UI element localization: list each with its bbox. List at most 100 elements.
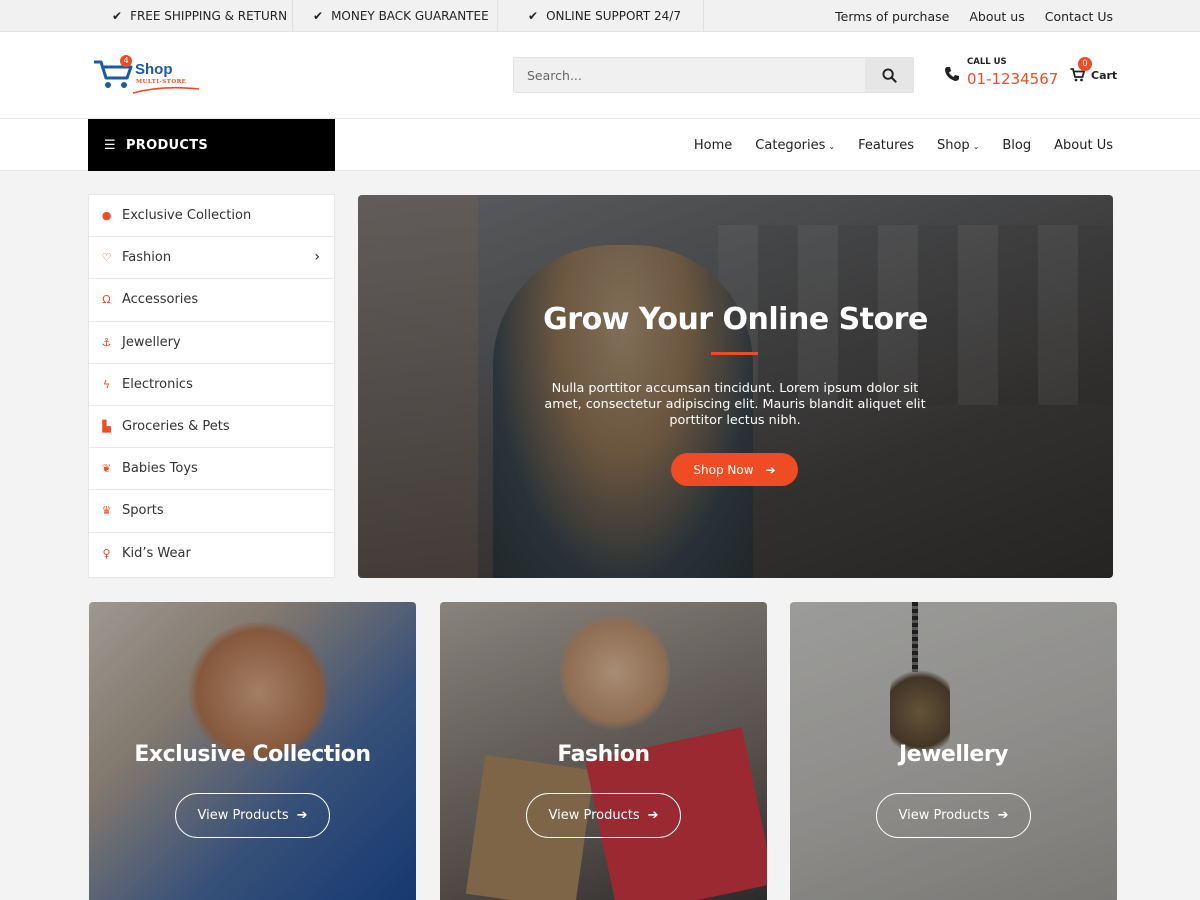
hero-title-divider (711, 352, 758, 355)
bathtub-icon: ▙ (102, 420, 111, 434)
nav-categories[interactable]: Categories ⌄ (755, 138, 835, 153)
hero-text: Nulla porttitor accumsan tincidunt. Lore… (544, 381, 926, 428)
main-nav: Home Categories ⌄ Features Shop ⌄ Blog Abo… (694, 119, 1113, 171)
arrow-right-icon: ➔ (765, 462, 776, 477)
chevron-down-icon: ⌄ (828, 141, 836, 151)
sidebar-item-jewellery[interactable]: ⚓ Jewellery (89, 322, 334, 364)
about-link[interactable]: About us (969, 9, 1024, 24)
category-card-exclusive-collection[interactable]: Exclusive Collection View Products ➔ (89, 602, 416, 900)
chevron-down-icon: ⌄ (972, 141, 980, 151)
top-bar: ✔ FREE SHIPPING & RETURN ✔ MONEY BACK GU… (0, 0, 1200, 32)
shop-now-button[interactable]: Shop Now ➔ (671, 453, 798, 486)
sidebar-item-accessories[interactable]: Ω Accessories (89, 279, 334, 322)
sidebar-item-label: Jewellery (122, 334, 181, 350)
child-icon: ♀ (102, 547, 111, 561)
sidebar-item-babies-toys[interactable]: ❦ Babies Toys (89, 448, 334, 491)
dropdown-caret (201, 171, 219, 180)
sidebar-item-kids-wear[interactable]: ♀ Kid’s Wear (89, 533, 334, 575)
main-navbar: ☰ PRODUCTS Home Categories ⌄ Features Sho… (0, 119, 1200, 180)
top-links: Terms of purchase About us Contact Us (835, 0, 1113, 32)
nav-blog[interactable]: Blog (1002, 138, 1031, 153)
trophy-icon: ♛ (101, 504, 112, 518)
arrow-right-icon: ➔ (296, 808, 308, 823)
nav-label: About Us (1054, 137, 1113, 153)
nav-about-us[interactable]: About Us (1054, 138, 1113, 153)
nav-features[interactable]: Features (858, 138, 914, 153)
sidebar-item-label: Accessories (122, 292, 199, 308)
sidebar-item-label: Kid’s Wear (122, 546, 191, 562)
nav-label: Categories (755, 137, 826, 153)
view-products-button[interactable]: View Products ➔ (526, 793, 681, 838)
check-icon: ✔ (313, 9, 324, 23)
info-circle-icon: ● (101, 209, 112, 223)
nav-home[interactable]: Home (694, 138, 732, 153)
sidebar-item-label: Babies Toys (122, 461, 198, 477)
hero-title: Grow Your Online Store (543, 302, 928, 337)
check-icon: ✔ (528, 9, 539, 23)
sidebar-item-groceries-pets[interactable]: ▙ Groceries & Pets (89, 406, 334, 449)
sidebar-item-label: Electronics (122, 376, 193, 392)
card-title: Jewellery (898, 742, 1009, 767)
sidebar-item-electronics[interactable]: ϟ Electronics (89, 364, 334, 406)
hero-banner: Grow Your Online Store Nulla porttitor a… (358, 195, 1113, 578)
perk-label: FREE SHIPPING & RETURN (130, 9, 288, 23)
logo-swoosh (132, 86, 200, 94)
check-icon: ✔ (112, 9, 123, 23)
sidebar-item-sports[interactable]: ♛ Sports (89, 490, 334, 533)
logo-badge: 4 (120, 55, 132, 67)
search-input[interactable] (514, 58, 866, 92)
search-icon (881, 67, 897, 83)
hamburger-icon: ☰ (104, 137, 116, 153)
phone-icon (945, 67, 959, 81)
headphones-icon: Ω (102, 293, 111, 307)
nav-label: Home (693, 137, 733, 153)
view-products-label: View Products (197, 808, 289, 823)
cart-label: Cart (1091, 69, 1118, 82)
search-box (513, 57, 914, 93)
logo[interactable]: 4 Shop MULTI-STORE (93, 55, 203, 100)
perk-free-shipping: ✔ FREE SHIPPING & RETURN (88, 0, 293, 32)
card-title: Fashion (557, 742, 650, 767)
category-card-jewellery[interactable]: Jewellery View Products ➔ (790, 602, 1117, 900)
arrow-right-icon: ➔ (647, 808, 659, 823)
chevron-right-icon: › (314, 249, 320, 266)
site-header: 4 Shop MULTI-STORE CALL US 01-1234567 0 … (0, 32, 1200, 119)
search-button[interactable] (865, 58, 913, 92)
logo-brand: Shop (135, 61, 173, 78)
perk-money-back: ✔ MONEY BACK GUARANTEE (293, 0, 498, 32)
sidebar-item-exclusive-collection[interactable]: ● Exclusive Collection (89, 195, 334, 238)
perk-label: MONEY BACK GUARANTEE (331, 9, 489, 23)
products-label: PRODUCTS (125, 137, 209, 153)
nav-shop[interactable]: Shop ⌄ (937, 138, 979, 153)
call-label: CALL US (967, 57, 1007, 67)
sidebar-item-label: Sports (122, 503, 164, 519)
phone-number: 01-1234567 (967, 70, 1059, 88)
view-products-label: View Products (548, 808, 640, 823)
contact-link[interactable]: Contact Us (1045, 9, 1113, 24)
perk-online-support: ✔ ONLINE SUPPORT 24/7 (498, 0, 704, 32)
cart-count-badge: 0 (1078, 57, 1092, 71)
nav-label: Shop (936, 137, 970, 153)
category-card-fashion[interactable]: Fashion View Products ➔ (440, 602, 767, 900)
card-title: Exclusive Collection (134, 742, 371, 767)
medal-icon: ❦ (101, 462, 112, 476)
bolt-icon: ϟ (102, 377, 111, 391)
sidebar-item-fashion[interactable]: ♡ Fashion › (89, 237, 334, 280)
terms-link[interactable]: Terms of purchase (835, 9, 949, 24)
cart-link[interactable]: 0 Cart (1070, 57, 1120, 88)
shop-now-label: Shop Now (693, 462, 754, 477)
view-products-button[interactable]: View Products ➔ (175, 793, 330, 838)
nav-label: Features (858, 137, 914, 153)
anchor-icon: ⚓ (101, 335, 112, 349)
perk-label: ONLINE SUPPORT 24/7 (546, 9, 681, 23)
category-sidebar: ● Exclusive Collection ♡ Fashion › Ω Acc… (88, 194, 335, 578)
nav-label: Blog (1002, 137, 1032, 153)
view-products-button[interactable]: View Products ➔ (876, 793, 1031, 838)
heart-icon: ♡ (101, 251, 112, 265)
sidebar-item-label: Fashion (122, 250, 172, 266)
arrow-right-icon: ➔ (997, 808, 1009, 823)
view-products-label: View Products (898, 808, 990, 823)
sidebar-item-label: Groceries & Pets (122, 419, 230, 435)
sidebar-item-label: Exclusive Collection (122, 208, 252, 224)
products-menu-button[interactable]: ☰ PRODUCTS (88, 119, 335, 180)
